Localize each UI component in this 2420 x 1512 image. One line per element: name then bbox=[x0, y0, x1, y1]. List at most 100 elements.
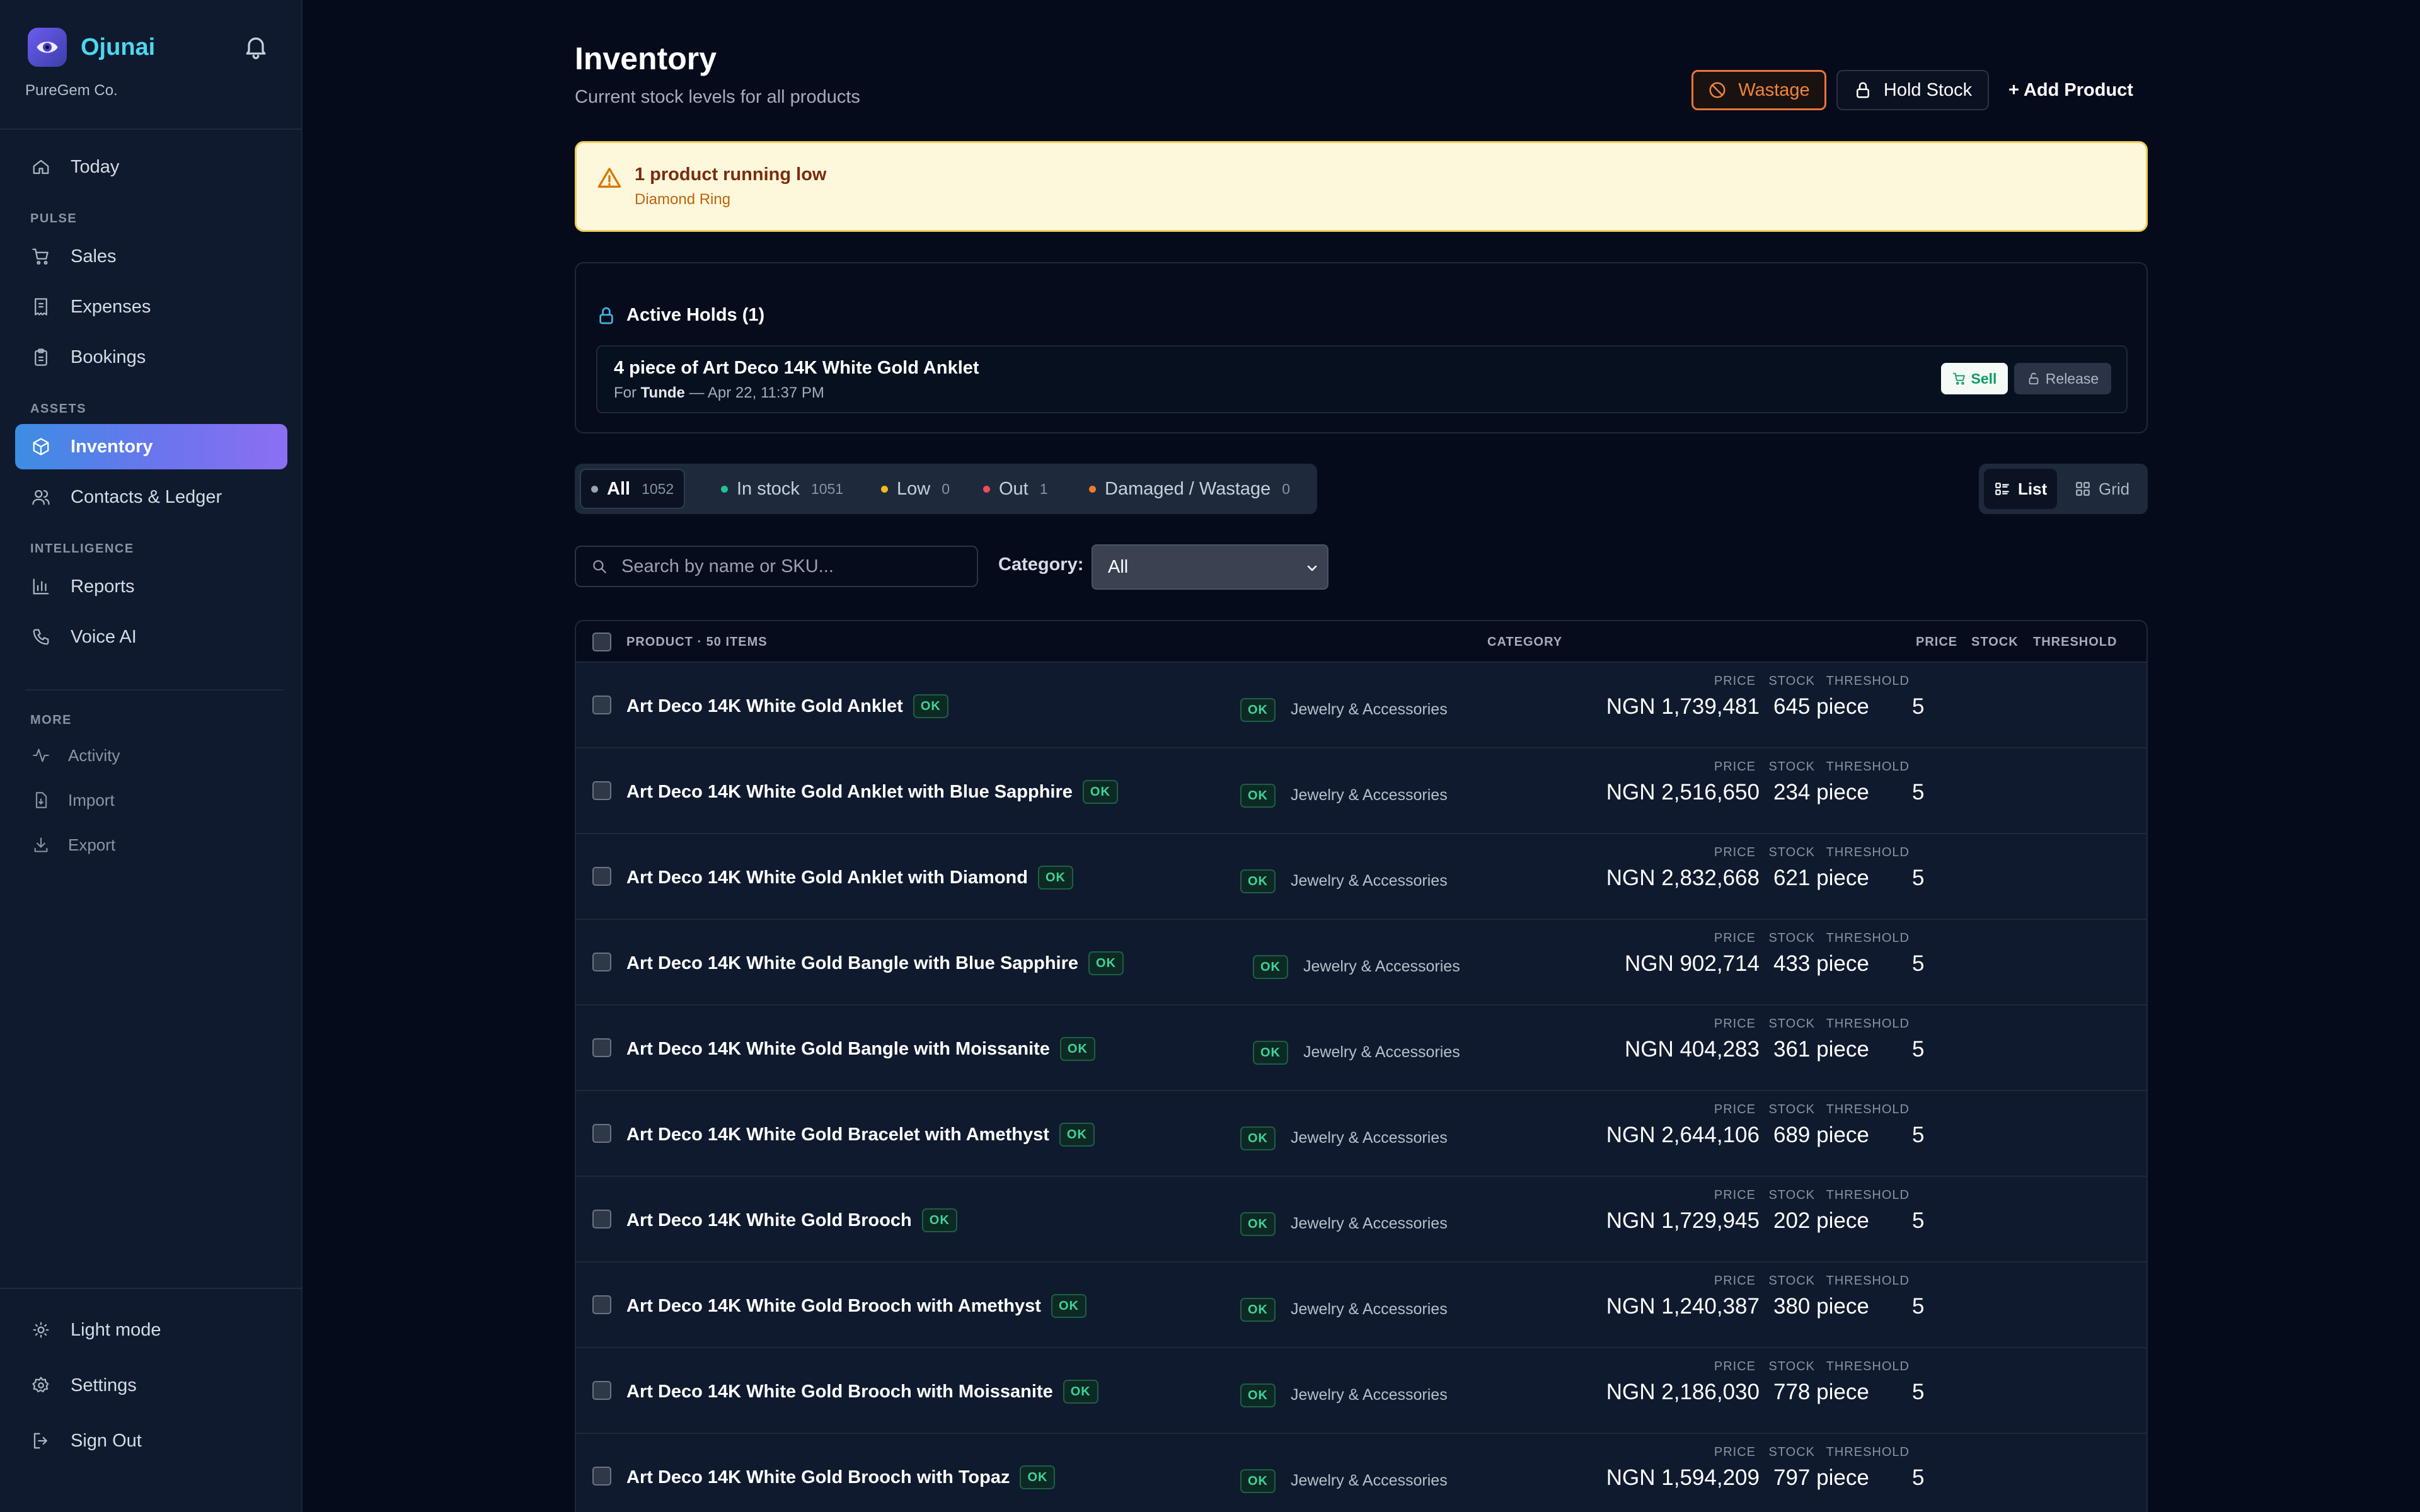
product-threshold: 5 bbox=[1912, 1380, 1925, 1404]
product-name[interactable]: Art Deco 14K White Gold Anklet with Diam… bbox=[626, 866, 1073, 890]
nav-item-export[interactable]: Export bbox=[15, 822, 287, 868]
product-name[interactable]: Art Deco 14K White Gold Brooch with Amet… bbox=[626, 1294, 1086, 1318]
download-icon bbox=[30, 834, 52, 856]
nav-item-sales[interactable]: Sales bbox=[15, 234, 287, 279]
nav-item-activity[interactable]: Activity bbox=[15, 733, 287, 778]
row-checkbox[interactable] bbox=[592, 1295, 611, 1314]
nav-item-inventory[interactable]: Inventory bbox=[15, 424, 287, 469]
filter-chip-all[interactable]: All 1052 bbox=[580, 469, 686, 509]
product-name[interactable]: Art Deco 14K White Gold Brooch OK bbox=[626, 1208, 957, 1232]
nav-item-reports[interactable]: Reports bbox=[15, 564, 287, 609]
receipt-icon bbox=[30, 296, 52, 318]
row-checkbox[interactable] bbox=[592, 696, 611, 714]
row-checkbox[interactable] bbox=[592, 781, 611, 800]
page-subtitle: Current stock levels for all products bbox=[575, 87, 860, 107]
phone-icon bbox=[30, 626, 52, 648]
warning-icon bbox=[597, 166, 622, 191]
alert-item-link[interactable]: Diamond Ring bbox=[635, 191, 730, 209]
table-row[interactable]: Art Deco 14K White Gold Bracelet with Am… bbox=[576, 1091, 2146, 1177]
active-holds-header: Active Holds (1) bbox=[596, 305, 764, 326]
bell-icon[interactable] bbox=[242, 33, 270, 60]
nav-item-expenses[interactable]: Expenses bbox=[15, 284, 287, 329]
nav-item-light-mode[interactable]: Light mode bbox=[15, 1307, 287, 1353]
nav-item-bookings[interactable]: Bookings bbox=[15, 335, 287, 380]
filter-chip-low[interactable]: Low 0 bbox=[871, 469, 960, 509]
nav-item-import[interactable]: Import bbox=[15, 777, 287, 823]
add-product-button[interactable]: + Add Product bbox=[2000, 70, 2141, 110]
cart-icon bbox=[1952, 372, 1966, 386]
product-ok-badge: OK bbox=[1037, 866, 1073, 890]
filter-label: All bbox=[607, 478, 631, 499]
product-ok-badge: OK bbox=[1088, 951, 1124, 975]
table-row[interactable]: Art Deco 14K White Gold Brooch with Mois… bbox=[576, 1348, 2146, 1434]
main-content: Inventory Current stock levels for all p… bbox=[575, 0, 2148, 1512]
table-row[interactable]: Art Deco 14K White Gold Brooch with Topa… bbox=[576, 1434, 2146, 1512]
product-name[interactable]: Art Deco 14K White Gold Brooch with Topa… bbox=[626, 1465, 1056, 1489]
product-name[interactable]: Art Deco 14K White Gold Brooch with Mois… bbox=[626, 1380, 1098, 1404]
search-input[interactable] bbox=[621, 556, 974, 577]
sidebar-divider bbox=[0, 1288, 302, 1289]
column-header-price: PRICE bbox=[1916, 635, 1958, 649]
hold-sell-button[interactable]: Sell bbox=[1941, 363, 2008, 394]
nav-item-today[interactable]: Today bbox=[15, 144, 287, 190]
filter-chip-damaged[interactable]: Damaged / Wastage 0 bbox=[1079, 469, 1300, 509]
alert-title: 1 product running low bbox=[635, 164, 827, 185]
table-row[interactable]: Art Deco 14K White Gold Anklet with Blue… bbox=[576, 748, 2146, 834]
table-row[interactable]: Art Deco 14K White Gold Anklet with Diam… bbox=[576, 834, 2146, 920]
product-name-text: Art Deco 14K White Gold Bangle with Mois… bbox=[626, 1038, 1050, 1059]
product-name[interactable]: Art Deco 14K White Gold Anklet OK bbox=[626, 694, 948, 718]
filter-count: 1052 bbox=[642, 480, 674, 497]
filter-chip-in-stock[interactable]: In stock 1051 bbox=[711, 469, 853, 509]
row-checkbox[interactable] bbox=[592, 1210, 611, 1228]
select-all-checkbox[interactable] bbox=[592, 633, 611, 651]
view-list-button[interactable]: List bbox=[1984, 469, 2058, 509]
price-caption: PRICE bbox=[1714, 1017, 1756, 1031]
product-category: Jewelry & Accessories bbox=[1291, 1386, 1448, 1404]
table-row[interactable]: Art Deco 14K White Gold Bangle with Blue… bbox=[576, 920, 2146, 1005]
table-row[interactable]: Art Deco 14K White Gold Anklet OK OK Jewelr… bbox=[576, 663, 2146, 748]
threshold-caption: THRESHOLD bbox=[1826, 760, 1910, 774]
view-grid-button[interactable]: Grid bbox=[2065, 469, 2140, 509]
lock-icon bbox=[596, 306, 616, 326]
row-checkbox[interactable] bbox=[592, 1467, 611, 1486]
product-name[interactable]: Art Deco 14K White Gold Bangle with Blue… bbox=[626, 951, 1124, 975]
nav-item-voice-ai[interactable]: Voice AI bbox=[15, 614, 287, 660]
product-name-text: Art Deco 14K White Gold Anklet with Diam… bbox=[626, 867, 1028, 888]
table-row[interactable]: Art Deco 14K White Gold Bangle with Mois… bbox=[576, 1005, 2146, 1091]
wastage-label: Wastage bbox=[1738, 79, 1810, 100]
low-stock-alert: 1 product running low Diamond Ring bbox=[575, 141, 2148, 232]
column-header-stock: STOCK bbox=[1971, 635, 2019, 649]
nav-item-contacts[interactable]: Contacts & Ledger bbox=[15, 474, 287, 520]
nav-label: Export bbox=[68, 835, 116, 854]
product-threshold: 5 bbox=[1912, 1208, 1925, 1233]
product-name[interactable]: Art Deco 14K White Gold Bracelet with Am… bbox=[626, 1123, 1095, 1147]
brand[interactable]: Ojunai bbox=[28, 28, 155, 67]
threshold-caption: THRESHOLD bbox=[1826, 1445, 1910, 1459]
product-name-text: Art Deco 14K White Gold Anklet bbox=[626, 696, 903, 716]
cart-icon bbox=[30, 246, 52, 267]
table-row[interactable]: Art Deco 14K White Gold Brooch OK OK Jewelr… bbox=[576, 1177, 2146, 1263]
nav-item-settings[interactable]: Settings bbox=[15, 1363, 287, 1408]
filter-chip-out[interactable]: Out 1 bbox=[973, 469, 1058, 509]
row-checkbox[interactable] bbox=[592, 1038, 611, 1057]
product-name[interactable]: Art Deco 14K White Gold Bangle with Mois… bbox=[626, 1037, 1095, 1061]
category-label: Category: bbox=[998, 554, 1084, 575]
nav-label: Reports bbox=[71, 576, 135, 597]
stock-caption: STOCK bbox=[1768, 1360, 1815, 1373]
product-threshold: 5 bbox=[1912, 694, 1925, 719]
status-badge: OK bbox=[1240, 698, 1276, 722]
grid-icon bbox=[2075, 481, 2091, 497]
nav-item-sign-out[interactable]: Sign Out bbox=[15, 1418, 287, 1463]
product-name[interactable]: Art Deco 14K White Gold Anklet with Blue… bbox=[626, 780, 1118, 804]
row-checkbox[interactable] bbox=[592, 867, 611, 886]
category-select[interactable]: All bbox=[1092, 544, 1328, 590]
hold-release-button[interactable]: Release bbox=[2014, 363, 2111, 394]
sidebar-divider bbox=[25, 689, 284, 690]
row-checkbox[interactable] bbox=[592, 1124, 611, 1143]
wastage-button[interactable]: Wastage bbox=[1691, 70, 1826, 110]
table-row[interactable]: Art Deco 14K White Gold Brooch with Amet… bbox=[576, 1263, 2146, 1348]
product-ok-badge: OK bbox=[1059, 1037, 1095, 1061]
row-checkbox[interactable] bbox=[592, 953, 611, 971]
hold-stock-button[interactable]: Hold Stock bbox=[1836, 70, 1989, 110]
row-checkbox[interactable] bbox=[592, 1381, 611, 1400]
